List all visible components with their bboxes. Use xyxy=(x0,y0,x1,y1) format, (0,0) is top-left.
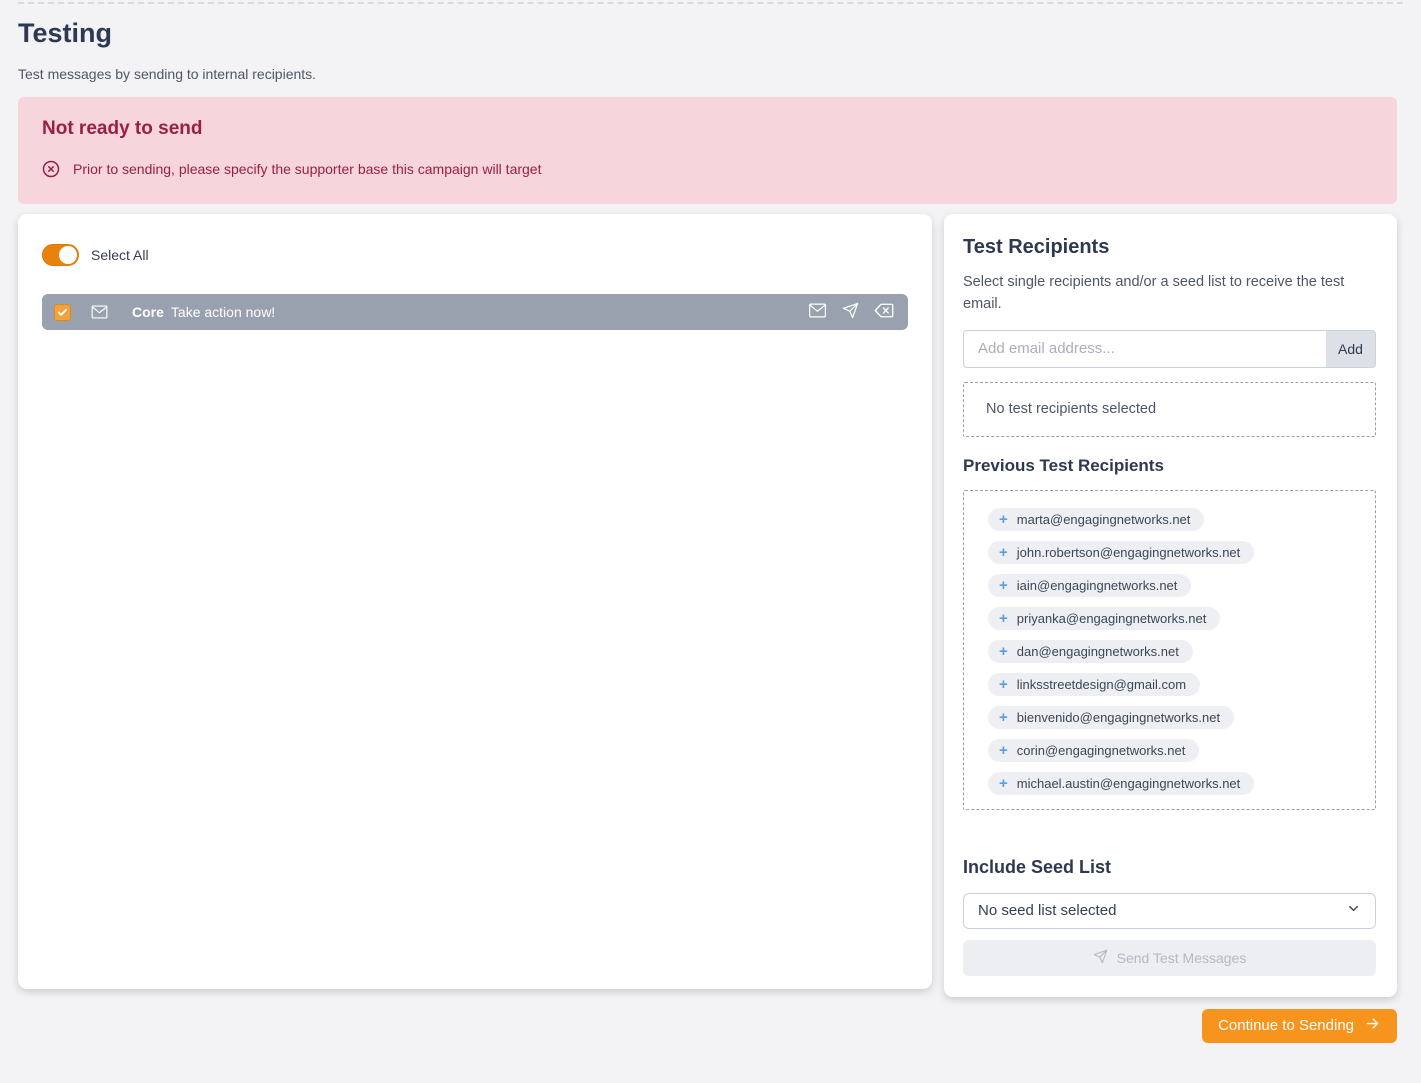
page-subtitle: Test messages by sending to internal rec… xyxy=(18,66,1397,82)
email-input[interactable] xyxy=(963,330,1326,368)
previous-recipient-pill[interactable]: + iain@engagingnetworks.net xyxy=(988,574,1191,597)
send-icon xyxy=(842,302,859,322)
previous-recipient-pill[interactable]: + bienvenido@engagingnetworks.net xyxy=(988,706,1234,729)
testing-page: Testing Test messages by sending to inte… xyxy=(0,4,1421,1083)
send-test-messages-button[interactable]: Send Test Messages xyxy=(963,940,1376,976)
alert-message: Prior to sending, please specify the sup… xyxy=(73,161,541,177)
recipient-email: priyanka@engagingnetworks.net xyxy=(1017,611,1207,626)
test-recipients-description: Select single recipients and/or a seed l… xyxy=(963,272,1376,316)
plus-icon: + xyxy=(999,512,1008,527)
continue-to-sending-button[interactable]: Continue to Sending xyxy=(1202,1009,1397,1043)
plus-icon: + xyxy=(999,578,1008,593)
message-row[interactable]: Core Take action now! xyxy=(42,294,908,330)
plus-icon: + xyxy=(999,644,1008,659)
arrow-right-icon xyxy=(1364,1016,1381,1035)
recipient-email: iain@engagingnetworks.net xyxy=(1017,578,1178,593)
toggle-knob xyxy=(59,246,77,264)
plus-icon: + xyxy=(999,677,1008,692)
circle-x-icon xyxy=(42,160,60,178)
empty-state-text: No test recipients selected xyxy=(986,401,1156,417)
recipient-email: corin@engagingnetworks.net xyxy=(1017,743,1186,758)
include-seed-list-title: Include Seed List xyxy=(963,857,1376,878)
mail-icon xyxy=(808,303,827,321)
plus-icon: + xyxy=(999,743,1008,758)
recipient-email: bienvenido@engagingnetworks.net xyxy=(1017,710,1220,725)
preview-email-button[interactable] xyxy=(808,303,827,321)
test-recipients-title: Test Recipients xyxy=(963,236,1376,259)
send-icon xyxy=(1093,949,1108,967)
continue-to-sending-label: Continue to Sending xyxy=(1218,1017,1354,1034)
selected-recipients-empty-state: No test recipients selected xyxy=(963,382,1376,437)
plus-icon: + xyxy=(999,611,1008,626)
alert-title: Not ready to send xyxy=(42,118,1373,140)
previous-recipient-pill[interactable]: + priyanka@engagingnetworks.net xyxy=(988,607,1220,630)
envelope-icon xyxy=(91,305,108,319)
plus-icon: + xyxy=(999,776,1008,791)
seed-list-value: No seed list selected xyxy=(978,902,1116,919)
select-all-toggle[interactable] xyxy=(42,244,79,266)
test-recipients-panel: Test Recipients Select single recipients… xyxy=(944,214,1397,997)
message-tag: Core xyxy=(132,304,164,320)
previous-recipient-pill[interactable]: + marta@engagingnetworks.net xyxy=(988,508,1204,531)
previous-recipient-pill[interactable]: + dan@engagingnetworks.net xyxy=(988,640,1193,663)
chevron-down-icon xyxy=(1346,901,1361,920)
send-test-messages-label: Send Test Messages xyxy=(1117,950,1247,966)
message-checkbox[interactable] xyxy=(54,304,71,321)
page-header: Testing Test messages by sending to inte… xyxy=(18,18,1397,82)
plus-icon: + xyxy=(999,545,1008,560)
recipient-email: michael.austin@engagingnetworks.net xyxy=(1017,776,1241,791)
send-single-test-button[interactable] xyxy=(842,302,859,322)
previous-recipients-title: Previous Test Recipients xyxy=(963,456,1376,476)
previous-recipient-pill[interactable]: + michael.austin@engagingnetworks.net xyxy=(988,772,1254,795)
page-title: Testing xyxy=(18,18,1397,49)
previous-recipient-pill[interactable]: + corin@engagingnetworks.net xyxy=(988,739,1199,762)
recipient-email: dan@engagingnetworks.net xyxy=(1017,644,1179,659)
select-all-label: Select All xyxy=(91,247,149,263)
previous-recipient-pill[interactable]: + john.robertson@engagingnetworks.net xyxy=(988,541,1254,564)
recipient-email: marta@engagingnetworks.net xyxy=(1017,512,1191,527)
seed-list-select[interactable]: No seed list selected xyxy=(963,893,1376,929)
recipient-email: linksstreetdesign@gmail.com xyxy=(1017,677,1186,692)
not-ready-alert: Not ready to send Prior to sending, plea… xyxy=(18,97,1397,204)
previous-recipient-pill[interactable]: + linksstreetdesign@gmail.com xyxy=(988,673,1200,696)
message-subject: Take action now! xyxy=(171,304,275,320)
add-email-button[interactable]: Add xyxy=(1326,330,1376,368)
plus-icon: + xyxy=(999,710,1008,725)
clear-message-button[interactable] xyxy=(874,303,894,321)
previous-recipients-list: + marta@engagingnetworks.net + john.robe… xyxy=(963,490,1376,810)
messages-panel: Select All Core Take action now! xyxy=(18,214,932,989)
recipient-email: john.robertson@engagingnetworks.net xyxy=(1017,545,1241,560)
backspace-icon xyxy=(874,303,894,321)
